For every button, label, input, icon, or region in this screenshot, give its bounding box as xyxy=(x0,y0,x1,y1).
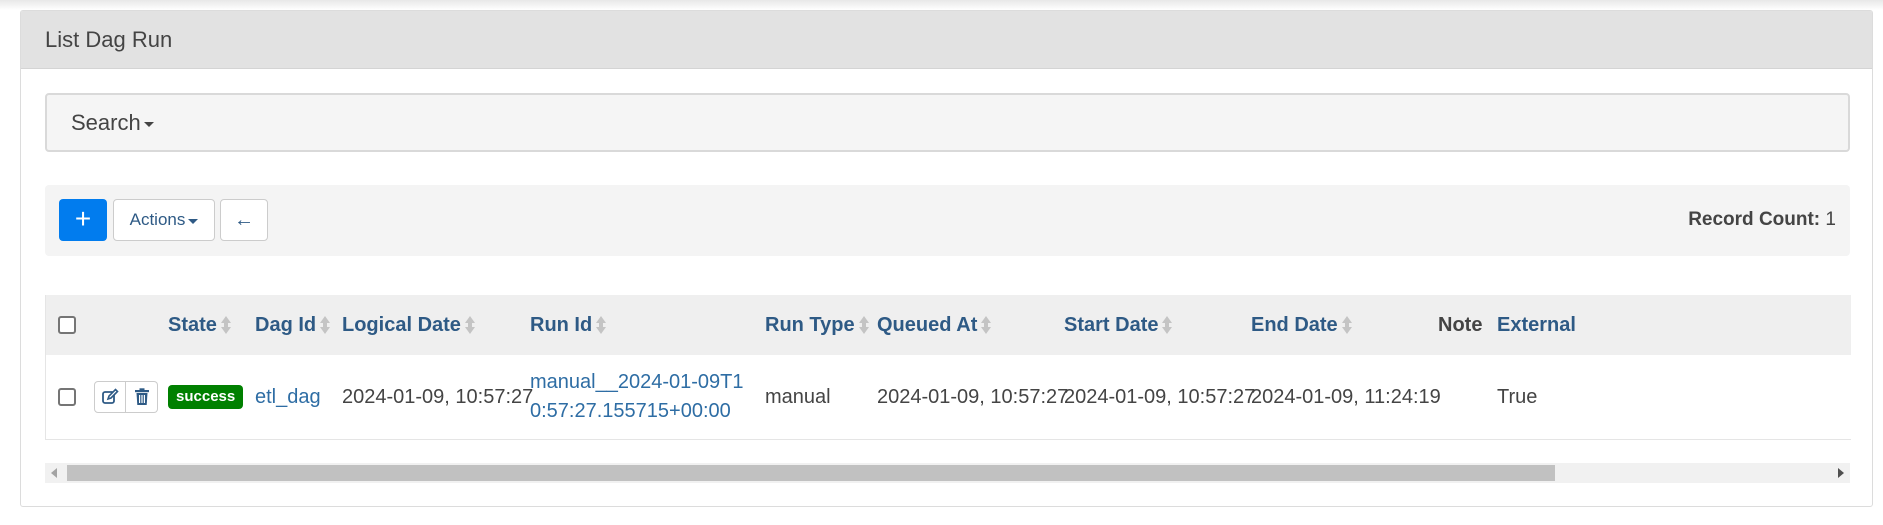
column-header-run-type[interactable]: Run Type xyxy=(765,295,869,355)
caret-down-icon xyxy=(188,219,199,224)
external-cell: True xyxy=(1497,385,1538,408)
column-header-logical-date[interactable]: Logical Date xyxy=(342,295,475,355)
column-header-state[interactable]: State xyxy=(168,295,231,355)
column-header-external[interactable]: External xyxy=(1497,295,1576,355)
search-label: Search xyxy=(71,109,141,135)
sort-icon xyxy=(858,315,869,335)
start-date-cell: 2024-01-09, 10:57:27 xyxy=(1064,385,1256,408)
table-row: success etl_dag 2024-01-09, 10:57:27 man… xyxy=(46,355,1851,439)
sort-icon xyxy=(981,315,992,335)
search-well: Search xyxy=(45,93,1850,152)
scroll-left-arrow-icon[interactable] xyxy=(51,468,57,478)
trash-icon xyxy=(134,388,149,405)
dag-id-link[interactable]: etl_dag xyxy=(255,355,321,439)
row-checkbox[interactable] xyxy=(58,388,76,406)
row-actions-cell xyxy=(94,355,158,439)
top-shadow xyxy=(0,0,1883,10)
plus-icon: + xyxy=(74,203,92,234)
column-header-note: Note xyxy=(1438,295,1482,355)
sort-icon xyxy=(464,315,475,335)
column-label: Queued At xyxy=(877,313,978,336)
column-label: End Date xyxy=(1251,313,1338,336)
column-header-start-date[interactable]: Start Date xyxy=(1064,295,1173,355)
sort-icon xyxy=(1341,315,1352,335)
table-header: State Dag Id Logical Date Run Id Run Typ… xyxy=(46,295,1851,355)
column-label: Start Date xyxy=(1064,313,1159,336)
state-cell: success xyxy=(168,355,244,439)
column-header-end-date[interactable]: End Date xyxy=(1251,295,1352,355)
add-record-button[interactable]: + xyxy=(59,199,107,241)
record-count-value: 1 xyxy=(1825,209,1836,230)
column-label: External xyxy=(1497,313,1576,336)
actions-label: Actions xyxy=(129,210,186,229)
arrow-left-icon: ← xyxy=(234,208,254,231)
search-toggle[interactable]: Search xyxy=(71,110,154,136)
sort-icon xyxy=(320,315,331,335)
row-action-buttons xyxy=(94,381,158,413)
column-label: Dag Id xyxy=(255,313,317,336)
column-header-dag-id[interactable]: Dag Id xyxy=(255,295,331,355)
column-label: Logical Date xyxy=(342,313,461,336)
edit-icon xyxy=(102,388,119,404)
edit-record-button[interactable] xyxy=(94,381,126,413)
panel-title: List Dag Run xyxy=(21,11,1872,69)
back-button[interactable]: ← xyxy=(220,199,268,241)
column-label: Run Type xyxy=(765,313,855,336)
logical-date-cell: 2024-01-09, 10:57:27 xyxy=(342,385,534,408)
horizontal-scrollbar[interactable] xyxy=(45,463,1850,483)
column-header-run-id[interactable]: Run Id xyxy=(530,295,607,355)
column-label: Note xyxy=(1438,313,1483,336)
list-dag-run-panel: List Dag Run Search + Actions ← Record C… xyxy=(20,10,1873,507)
run-id-cell: manual__2024-01-09T10:57:27.155715+00:00 xyxy=(530,355,760,439)
sort-icon xyxy=(596,315,607,335)
select-all-cell xyxy=(58,295,76,355)
actions-dropdown-button[interactable]: Actions xyxy=(113,199,215,241)
toolbar: + Actions ← Record Count: 1 xyxy=(45,185,1850,256)
column-label: State xyxy=(168,313,217,336)
dag-runs-table: State Dag Id Logical Date Run Id Run Typ… xyxy=(45,295,1851,440)
column-label: Run Id xyxy=(530,313,593,336)
sort-icon xyxy=(220,315,231,335)
queued-at-cell: 2024-01-09, 10:57:27 xyxy=(877,385,1069,408)
record-count: Record Count: 1 xyxy=(1688,209,1836,231)
caret-down-icon xyxy=(143,121,154,127)
record-count-label: Record Count: xyxy=(1688,209,1821,230)
status-badge: success xyxy=(168,385,244,409)
scroll-right-arrow-icon[interactable] xyxy=(1838,468,1844,478)
scrollbar-thumb[interactable] xyxy=(67,465,1555,481)
delete-record-button[interactable] xyxy=(126,381,158,413)
row-select-cell xyxy=(58,355,76,439)
column-header-queued-at[interactable]: Queued At xyxy=(877,295,992,355)
sort-icon xyxy=(1162,315,1173,335)
run-id-link[interactable]: manual__2024-01-09T10:57:27.155715+00:00 xyxy=(530,368,760,426)
end-date-cell: 2024-01-09, 11:24:19 xyxy=(1251,385,1441,408)
select-all-checkbox[interactable] xyxy=(58,316,76,334)
run-type-cell: manual xyxy=(765,385,831,408)
